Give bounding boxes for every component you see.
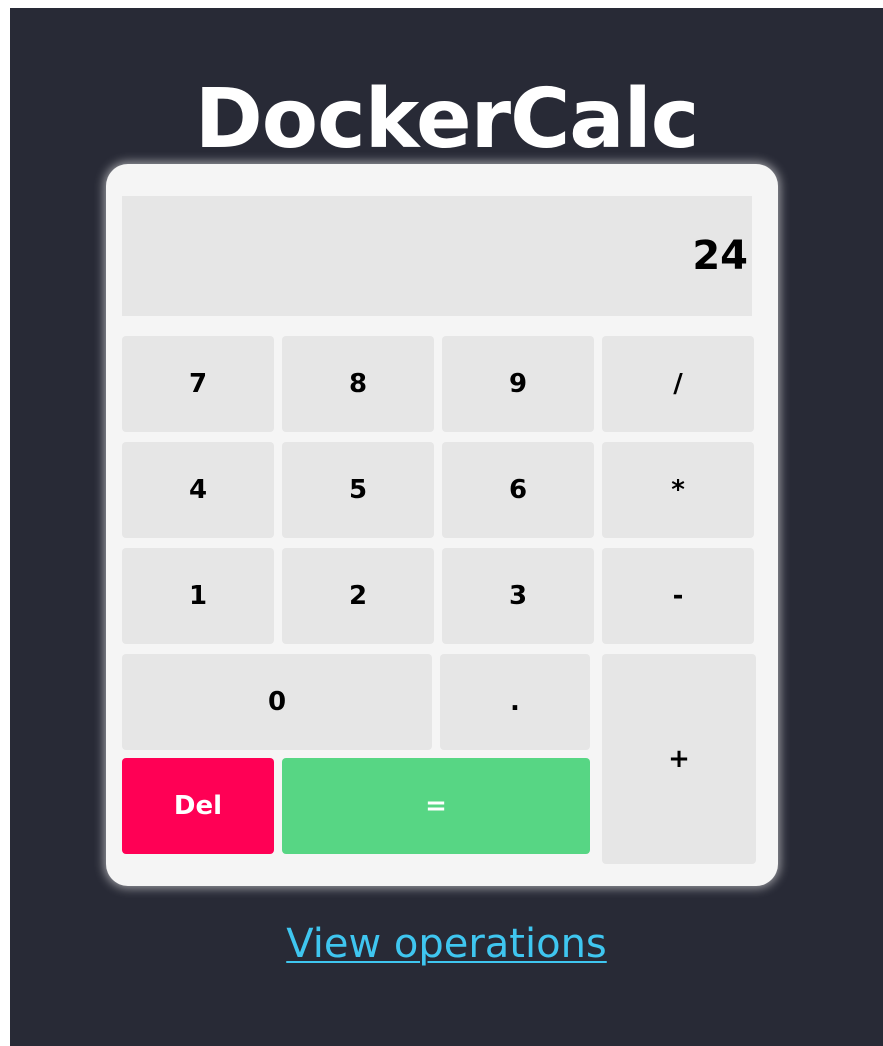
minus-button[interactable]: -	[602, 548, 754, 644]
footer: View operations	[10, 916, 883, 972]
key-2-button[interactable]: 2	[282, 548, 434, 644]
key-5-button[interactable]: 5	[282, 442, 434, 538]
key-3-button[interactable]: 3	[442, 548, 594, 644]
app-title: DockerCalc	[194, 72, 700, 167]
key-0-button[interactable]: 0	[122, 654, 432, 750]
key-4-button[interactable]: 4	[122, 442, 274, 538]
key-8-button[interactable]: 8	[282, 336, 434, 432]
view-operations-link[interactable]: View operations	[286, 921, 607, 967]
delete-button[interactable]: Del	[122, 758, 274, 854]
calculator-display: 24	[122, 196, 752, 316]
key-6-button[interactable]: 6	[442, 442, 594, 538]
calculator-panel: 24 7 8 9 / 4 5 6 * 1 2 3 - 0 . + Del =	[106, 164, 778, 886]
multiply-button[interactable]: *	[602, 442, 754, 538]
key-9-button[interactable]: 9	[442, 336, 594, 432]
decimal-button[interactable]: .	[440, 654, 590, 750]
equals-button[interactable]: =	[282, 758, 590, 854]
plus-button[interactable]: +	[602, 654, 756, 864]
key-1-button[interactable]: 1	[122, 548, 274, 644]
divide-button[interactable]: /	[602, 336, 754, 432]
app-window: DockerCalc 24 7 8 9 / 4 5 6 * 1 2 3 - 0 …	[10, 8, 883, 1046]
key-7-button[interactable]: 7	[122, 336, 274, 432]
